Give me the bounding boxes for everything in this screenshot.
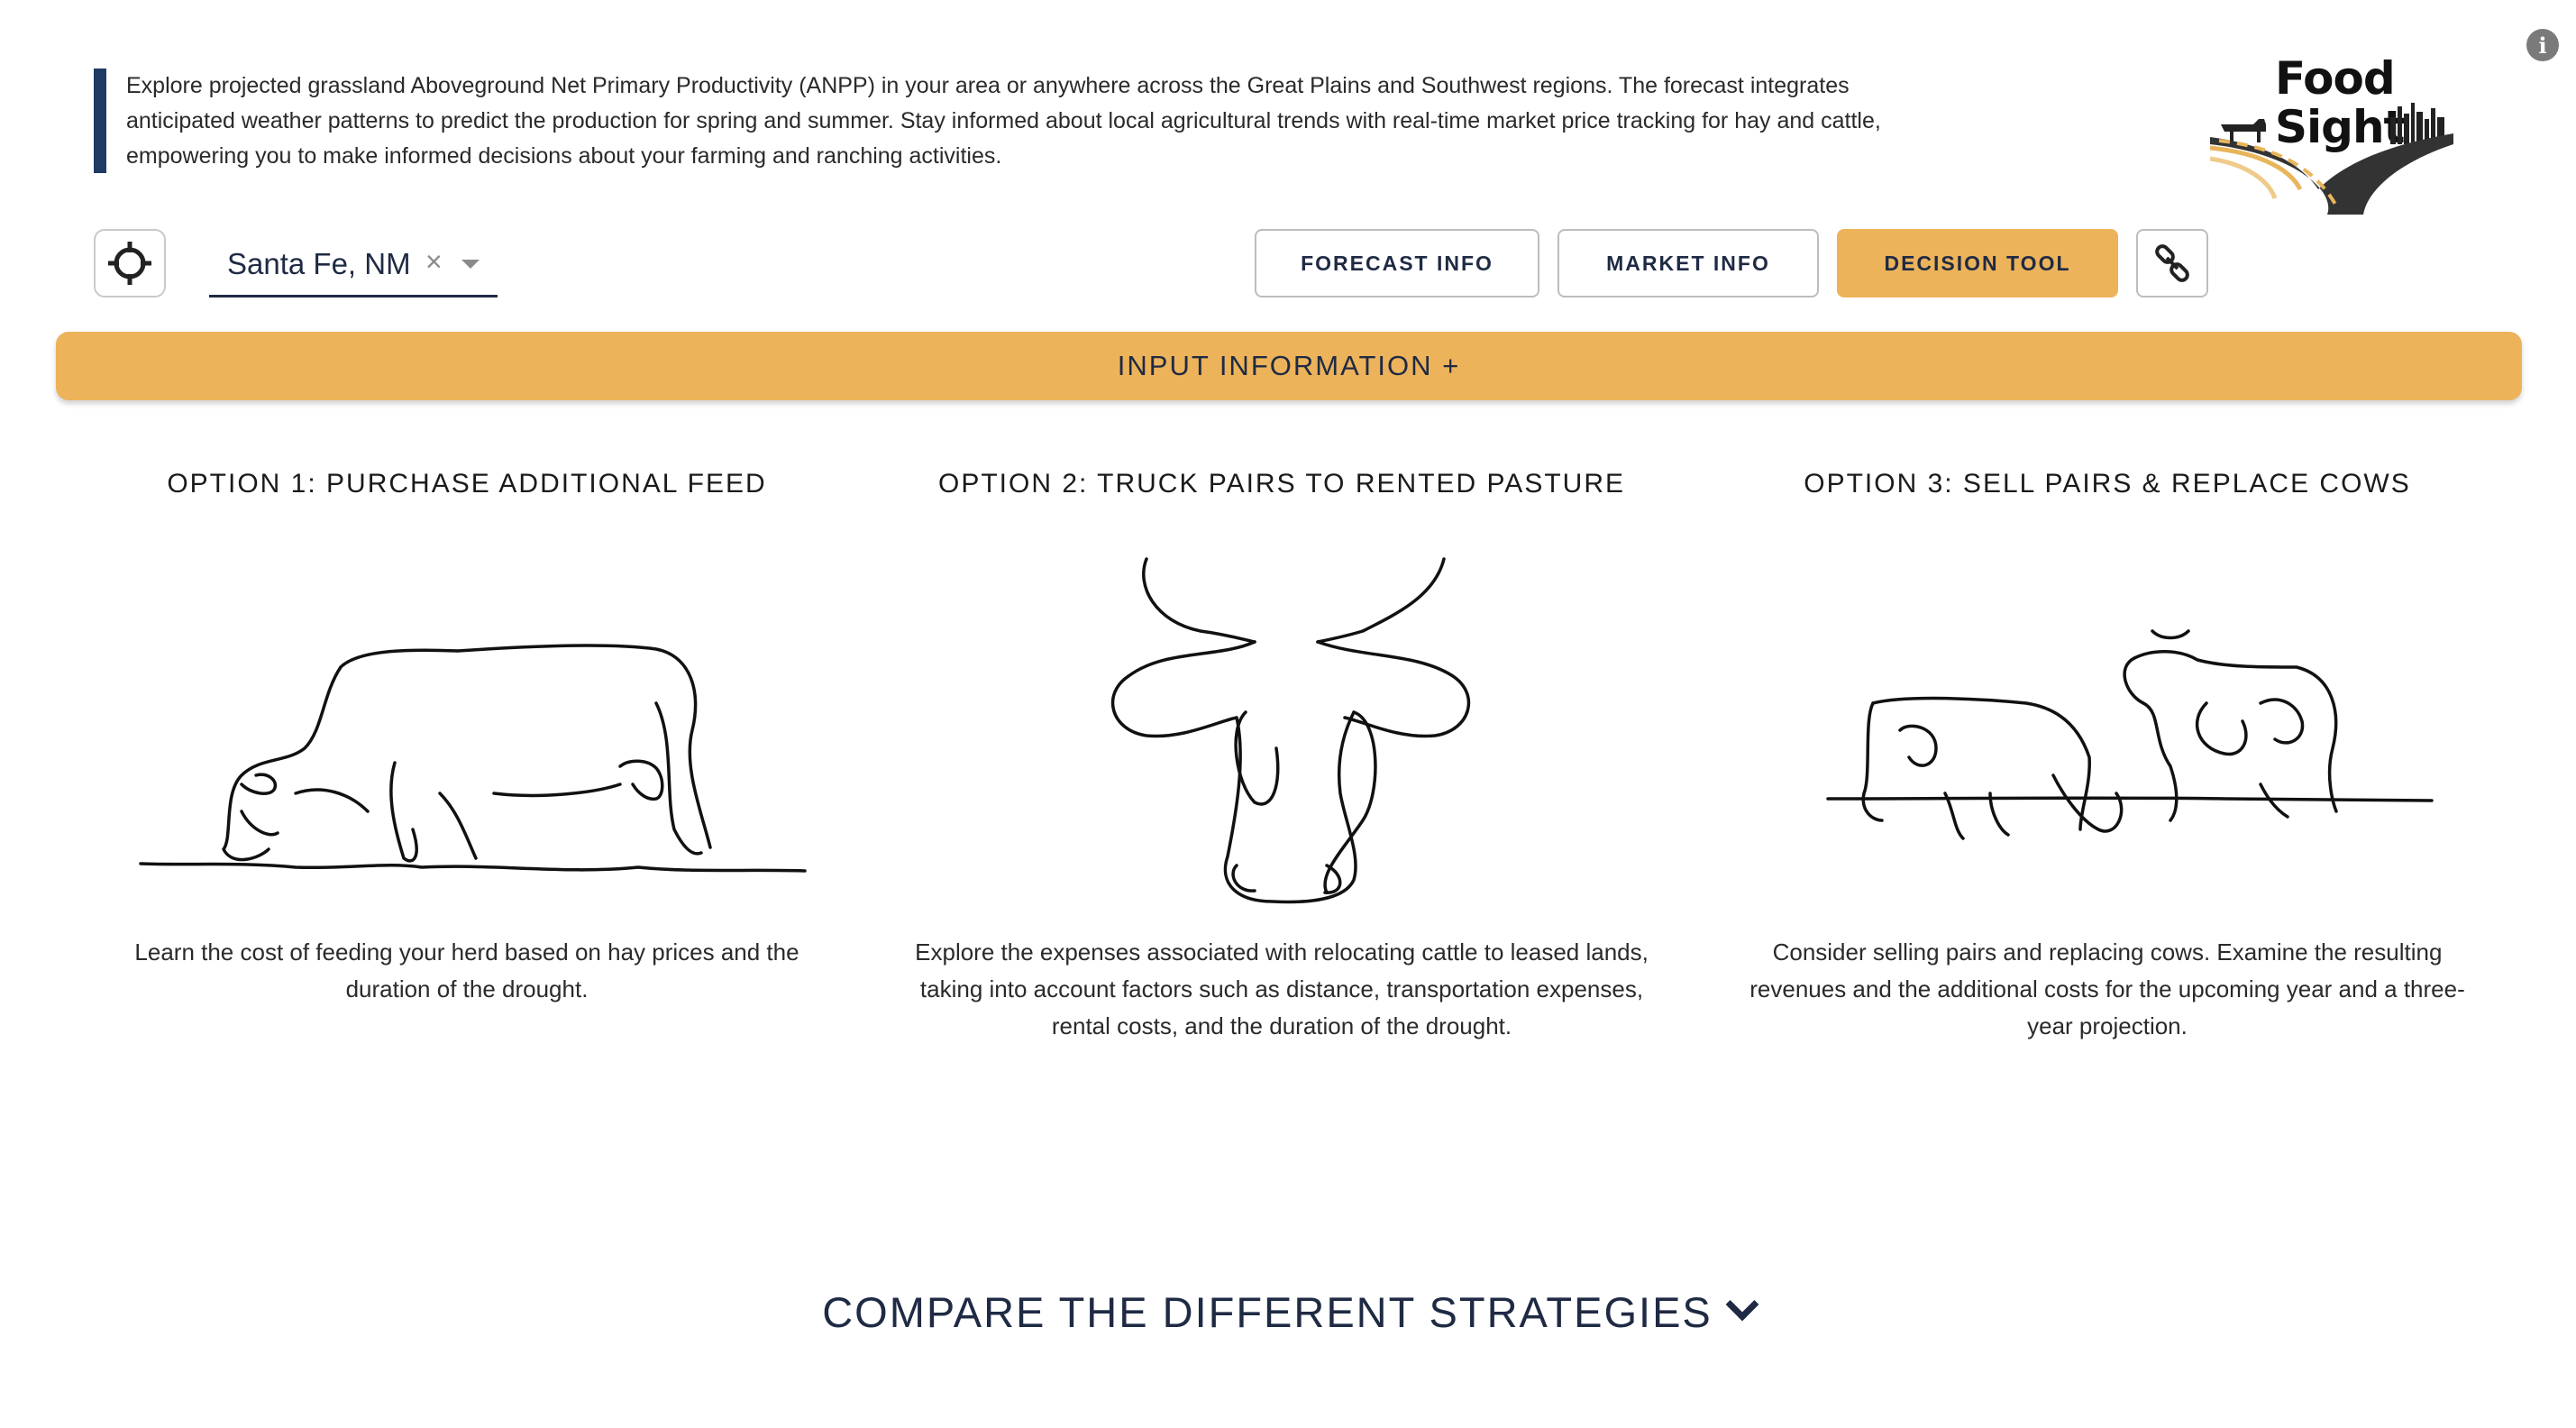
intro-section: Explore projected grassland Aboveground … [94,69,1887,173]
cows-pair-illustration [1826,629,2434,840]
option-3-description: Consider selling pairs and replacing cow… [1749,938,2465,1039]
compare-strategies-toggle[interactable]: COMPARE THE DIFFERENT STRATEGIES [0,1287,2576,1337]
crosshair-icon [108,242,151,285]
chevron-down-icon[interactable] [461,260,480,269]
option-2-description: Explore the expenses associated with rel… [915,938,1649,1039]
option-1-description: Learn the cost of feeding your herd base… [134,938,799,1002]
info-icon[interactable]: i [2526,29,2559,61]
option-3-card[interactable]: OPTION 3: SELL PAIRS & REPLACE COWS Cons… [1738,469,2477,1045]
option-1-card[interactable]: OPTION 1: PURCHASE ADDITIONAL FEED Learn… [97,469,836,1008]
decision-tool-button[interactable]: DECISION TOOL [1837,229,2118,298]
cow-face-illustration [1110,557,1471,904]
market-info-button[interactable]: MARKET INFO [1557,229,1819,298]
location-value: Santa Fe, NM [227,246,411,280]
link-icon [2155,244,2189,282]
grazing-cow-illustration [139,644,807,873]
locate-me-button[interactable] [94,229,166,298]
food-sight-logo: Food Sight [2210,54,2453,216]
input-information-toggle[interactable]: INPUT INFORMATION + [56,332,2522,400]
option-2-card[interactable]: OPTION 2: TRUCK PAIRS TO RENTED PASTURE … [912,469,1651,1045]
logo-road-graphic [2210,103,2453,215]
clear-icon[interactable]: × [425,245,443,279]
forecast-info-button[interactable]: FORECAST INFO [1255,229,1539,298]
compare-label: COMPARE THE DIFFERENT STRATEGIES [822,1288,1713,1336]
option-3-title: OPTION 3: SELL PAIRS & REPLACE COWS [1804,469,2411,499]
intro-text: Explore projected grassland Aboveground … [126,73,1881,169]
chevron-down-icon [1725,1287,1759,1322]
option-2-title: OPTION 2: TRUCK PAIRS TO RENTED PASTURE [937,469,1625,499]
location-select[interactable]: Santa Fe, NM × [209,233,498,298]
share-link-button[interactable] [2136,229,2208,298]
option-1-title: OPTION 1: PURCHASE ADDITIONAL FEED [167,469,767,499]
